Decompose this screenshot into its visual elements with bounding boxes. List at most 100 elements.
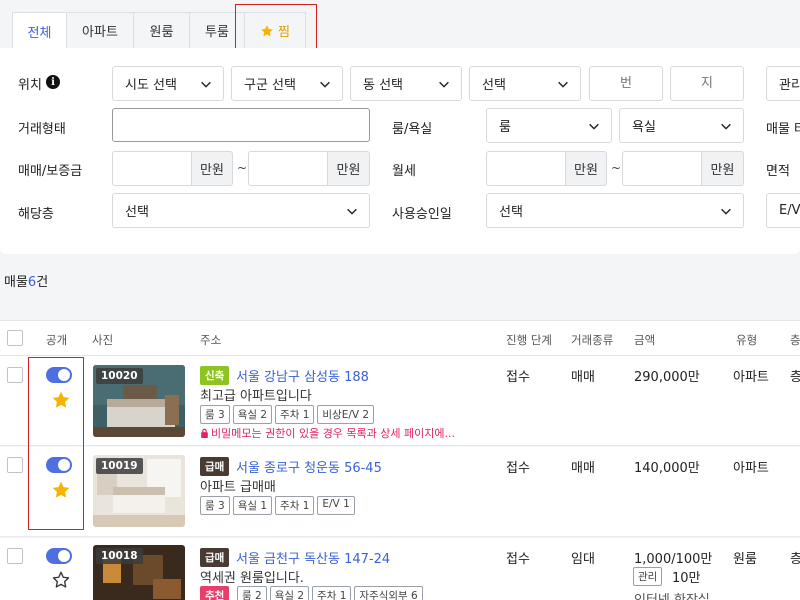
monthly-max-input[interactable]: [622, 151, 702, 186]
deposit-min-input[interactable]: [112, 151, 192, 186]
chevron-down-icon: [347, 208, 357, 215]
tab-label: 전체: [27, 25, 52, 41]
urgent-badge: 급매: [200, 457, 230, 476]
feature-chip: 욕실 2: [269, 586, 310, 600]
stage-cell: 접수: [506, 370, 530, 385]
feature-chip: 자주식외부 6: [354, 586, 423, 600]
new-badge: 신축: [200, 366, 230, 385]
chevron-down-icon: [201, 81, 211, 88]
header-public: 공개: [46, 333, 68, 347]
sido-select[interactable]: 시도 선택: [112, 66, 224, 101]
memo-text: 비밀메모는 권한이 있을 경우 목록과 상세 페이지에...: [211, 427, 455, 440]
tab-label: 투룸: [205, 25, 229, 40]
location-label: 위치: [18, 78, 42, 93]
type-cell: 원룸: [733, 552, 757, 567]
trade-input[interactable]: [112, 108, 370, 142]
ev-select[interactable]: E/V: [766, 193, 800, 228]
floor-label: 해당층: [18, 207, 54, 222]
dong-select[interactable]: 동 선택: [350, 66, 462, 101]
urgent-badge: 급매: [200, 548, 230, 567]
monthly-label: 월세: [392, 164, 416, 179]
stage-cell: 접수: [506, 461, 530, 476]
public-toggle[interactable]: [46, 548, 72, 564]
amount-cell: 140,000만: [634, 461, 700, 476]
floor-select[interactable]: 선택: [112, 193, 370, 228]
select-value: 선택: [499, 205, 523, 220]
select-value: 시도 선택: [125, 78, 177, 93]
tab-oneroom[interactable]: 원룸: [133, 12, 190, 48]
row-checkbox[interactable]: [7, 548, 23, 564]
feature-chip: 룸 3: [200, 405, 230, 424]
tab-label: 아파트: [82, 25, 118, 40]
approval-date-select[interactable]: 선택: [486, 193, 744, 228]
header-address: 주소: [200, 333, 222, 347]
bun-input[interactable]: [589, 66, 663, 101]
public-toggle[interactable]: [46, 457, 72, 473]
header-floor: 층: [790, 333, 800, 347]
table-header: 공개 사진 주소 진행 단계 거래종류 금액 유형 층: [0, 320, 800, 356]
trade-cell: 임대: [571, 552, 595, 567]
tab-bar: 전체 아파트 원룸 투룸 찜: [0, 0, 800, 51]
listing-id: 10019: [96, 458, 143, 474]
header-type: 유형: [736, 333, 758, 347]
listing-description: 최고급 아파트입니다: [200, 389, 312, 404]
manage-select[interactable]: 관리: [766, 66, 800, 101]
listing-photo[interactable]: 10019: [93, 455, 185, 527]
bath-select[interactable]: 욕실: [619, 108, 744, 143]
tab-apartment[interactable]: 아파트: [66, 12, 134, 48]
tab-tworoom[interactable]: 투룸: [189, 12, 245, 48]
info-icon[interactable]: i: [46, 75, 60, 89]
listing-address[interactable]: 서울 강남구 삼성동 188: [236, 366, 369, 385]
feature-chip: E/V 1: [317, 496, 355, 515]
management-fee-value: 10만: [672, 571, 701, 586]
room-bath-label: 룸/욕실: [392, 122, 433, 137]
feature-chips: 룸 3 욕실 1 주차 1 E/V 1: [200, 496, 355, 515]
count-suffix: 건: [36, 275, 49, 290]
star-filled-icon[interactable]: [51, 480, 71, 500]
feature-chip: 주차 1: [275, 496, 315, 515]
table-row[interactable]: 10020 신축 서울 강남구 삼성동 188 최고급 아파트입니다 룸 3 욕…: [0, 356, 800, 446]
chevron-down-icon: [721, 208, 731, 215]
feature-chip: 주차 1: [312, 586, 352, 600]
tab-favorites[interactable]: 찜: [244, 12, 306, 48]
tab-label: 찜: [278, 25, 290, 40]
floor-cell: 층: [790, 370, 800, 385]
gugun-select[interactable]: 구군 선택: [231, 66, 343, 101]
select-all-checkbox[interactable]: [7, 330, 23, 346]
monthly-min-input[interactable]: [486, 151, 566, 186]
listing-type-label: 매물 타: [766, 122, 800, 137]
table-row[interactable]: 10019 급매 서울 종로구 청운동 56-45 아파트 급매매 룸 3 욕실…: [0, 447, 800, 537]
tab-all[interactable]: 전체: [12, 12, 67, 49]
listing-address[interactable]: 서울 금천구 독산동 147-24: [236, 548, 390, 567]
type-cell: 아파트: [733, 370, 769, 385]
deposit-max-input[interactable]: [248, 151, 328, 186]
approval-date-label: 사용승인일: [392, 207, 452, 222]
table-row[interactable]: 10018 급매 서울 금천구 독산동 147-24 역세권 원룸입니다. 추천…: [0, 538, 800, 600]
star-filled-icon[interactable]: [51, 390, 71, 410]
count-prefix: 매물: [4, 275, 28, 290]
ji-input[interactable]: [670, 66, 744, 101]
trade-label: 거래형태: [18, 122, 66, 137]
listing-photo[interactable]: 10018: [93, 545, 185, 600]
type-cell: 아파트: [733, 461, 769, 476]
chevron-down-icon: [589, 123, 599, 130]
count-number: 6: [27, 275, 37, 290]
row-checkbox[interactable]: [7, 457, 23, 473]
listing-photo[interactable]: 10020: [93, 365, 185, 437]
monthly-max-unit: 만원: [702, 151, 744, 186]
monthly-tilde: ~: [611, 161, 622, 175]
ri-select[interactable]: 선택: [469, 66, 581, 101]
row-checkbox[interactable]: [7, 367, 23, 383]
listing-address[interactable]: 서울 종로구 청운동 56-45: [236, 457, 382, 476]
chevron-down-icon: [439, 81, 449, 88]
monthly-min-unit: 만원: [566, 151, 607, 186]
select-value: 관리: [779, 78, 800, 93]
public-toggle[interactable]: [46, 367, 72, 383]
included-options: 인터넷 한장실: [634, 589, 710, 600]
star-outline-icon[interactable]: [51, 570, 71, 590]
deposit-min-unit: 만원: [192, 151, 233, 186]
room-select[interactable]: 룸: [486, 108, 612, 143]
deposit-max-unit: 만원: [328, 151, 370, 186]
listing-count: 매물6건: [4, 271, 48, 290]
feature-chip: 주차 1: [275, 405, 315, 424]
